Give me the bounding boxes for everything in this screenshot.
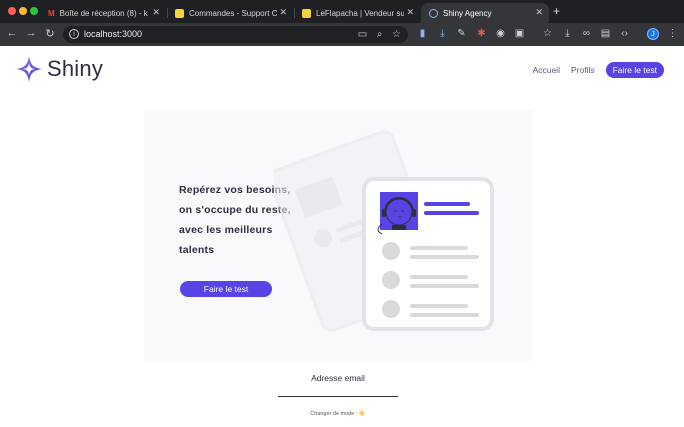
side-panel-icon[interactable]: ▤ <box>600 28 611 39</box>
logo-text: Shiny <box>47 56 104 81</box>
email-input[interactable] <box>278 387 398 397</box>
browser-toolbar: ← → ↻ i localhost:3000 ▭ ⌕ ☆ ▮ ⤓ ✎ ✱ ◉ ▣… <box>0 23 684 46</box>
link-icon[interactable]: ∞ <box>581 28 592 39</box>
new-tab-icon[interactable]: + <box>553 4 560 18</box>
main-nav: Accueil Profils Faire le test <box>533 62 664 78</box>
browser-tab-leflapacha[interactable]: LeFlapacha | Vendeur sur Cdis ✕ <box>294 3 420 23</box>
menu-kebab-icon[interactable]: ⋮ <box>667 28 678 39</box>
minimize-window-button[interactable] <box>19 7 27 15</box>
close-tab-icon[interactable]: ✕ <box>535 7 543 18</box>
browser-tab-commandes[interactable]: Commandes - Support Comerc ✕ <box>167 3 293 23</box>
pin-extension-icon[interactable]: ✱ <box>476 28 487 39</box>
close-tab-icon[interactable]: ✕ <box>152 7 160 18</box>
sparkle-logo-icon <box>16 56 42 82</box>
puzzle-extensions-icon[interactable]: ▣ <box>514 28 525 39</box>
hero-heading: Repérez vos besoins, on s'occupe du rest… <box>179 180 291 260</box>
nav-link-accueil[interactable]: Accueil <box>533 65 560 75</box>
hero-line: talents <box>179 244 215 256</box>
tab-title: Shiny Agency <box>443 8 492 18</box>
download-icon[interactable]: ⤓ <box>562 28 573 39</box>
browser-tab-shiny-agency[interactable]: Shiny Agency ✕ <box>421 3 549 23</box>
gmail-icon: M <box>48 8 55 18</box>
forward-arrow-icon[interactable]: → <box>24 27 38 39</box>
back-arrow-icon[interactable]: ← <box>5 27 19 39</box>
hero-line: on s'occupe du reste, <box>179 204 291 216</box>
nav-link-profils[interactable]: Profils <box>571 65 595 75</box>
tab-title: Commandes - Support Comerc <box>189 8 277 18</box>
close-window-button[interactable] <box>8 7 16 15</box>
browser-tab-gmail[interactable]: M Boîte de réception (8) - koss ✕ <box>40 3 166 23</box>
download-extension-icon[interactable]: ⤓ <box>437 28 448 39</box>
zoom-icon[interactable]: ⌕ <box>374 29 385 40</box>
profile-avatar[interactable]: J <box>647 28 659 40</box>
hiring-illustration <box>274 130 494 332</box>
globe-icon <box>429 8 438 18</box>
reading-list-icon[interactable]: ☆ <box>542 28 553 39</box>
site-favicon-icon <box>302 8 311 18</box>
close-tab-icon[interactable]: ✕ <box>279 7 287 18</box>
cast-icon[interactable]: ▭ <box>357 29 368 40</box>
hero-faire-le-test-button[interactable]: Faire le test <box>180 281 272 297</box>
theme-toggle[interactable]: Changer de mode : ☀️ <box>0 411 676 417</box>
extension-docs-icon[interactable]: ▮ <box>417 28 428 39</box>
browser-tab-bar: M Boîte de réception (8) - koss ✕ Comman… <box>0 0 684 23</box>
site-favicon-icon <box>175 8 184 18</box>
hero-section: Repérez vos besoins, on s'occupe du rest… <box>144 110 532 361</box>
reload-icon[interactable]: ↻ <box>43 27 57 40</box>
site-info-icon[interactable]: i <box>69 29 79 39</box>
nav-faire-le-test-button[interactable]: Faire le test <box>605 62 664 78</box>
hero-line: avec les meilleurs <box>179 224 273 236</box>
address-bar-url: localhost:3000 <box>84 29 143 39</box>
pen-extension-icon[interactable]: ✎ <box>456 28 467 39</box>
address-bar[interactable]: i localhost:3000 ▭ ⌕ ☆ <box>63 26 408 43</box>
maximize-window-button[interactable] <box>30 7 38 15</box>
tab-title: Boîte de réception (8) - koss <box>59 8 148 18</box>
tab-title: LeFlapacha | Vendeur sur Cdis <box>316 8 404 18</box>
page-content: Shiny Accueil Profils Faire le test Repé… <box>0 46 684 427</box>
logo-link[interactable]: Shiny <box>15 55 103 83</box>
camera-extension-icon[interactable]: ◉ <box>495 28 506 39</box>
hero-line: Repérez vos besoins, <box>179 184 291 196</box>
close-tab-icon[interactable]: ✕ <box>406 7 414 18</box>
devtools-code-icon[interactable]: ‹› <box>619 28 630 39</box>
email-label: Adresse email <box>311 373 365 383</box>
bookmark-star-icon[interactable]: ☆ <box>391 29 402 40</box>
